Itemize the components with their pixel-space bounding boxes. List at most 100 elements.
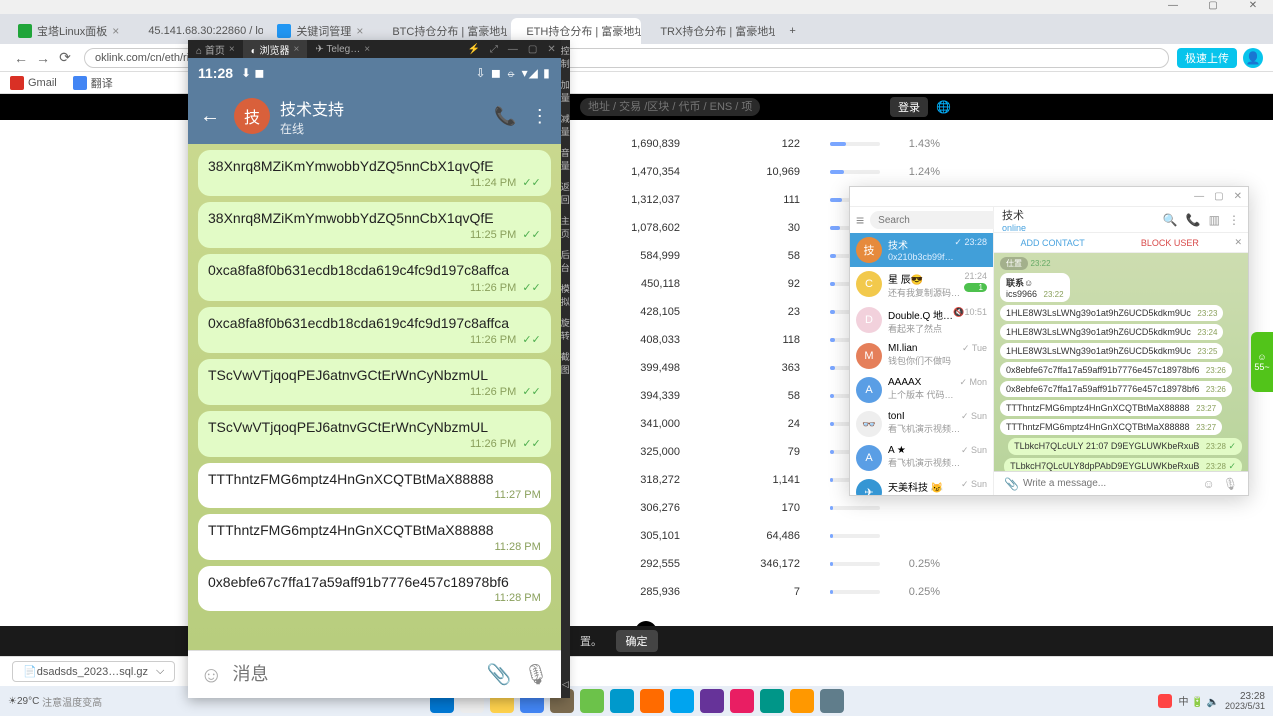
emu-side-btn[interactable]: 返回 [561, 176, 570, 210]
tg-min[interactable]: — [1194, 191, 1204, 202]
browser-tab[interactable]: 宝塔Linux面板× [8, 18, 129, 44]
chat-message[interactable]: TScVwVTjqoqPEJ6atnvGCtErWnCyNbzmUL11:26 … [198, 411, 551, 457]
login-button[interactable]: 登录 [890, 97, 928, 117]
task-app2-icon[interactable] [580, 689, 604, 713]
chat-avatar[interactable]: 技 [234, 98, 270, 134]
emu-side-btn[interactable]: 后台 [561, 244, 570, 278]
call-icon[interactable]: 📞 [494, 106, 516, 127]
chat-message[interactable]: 0xca8fa8f0b631ecdb18cda619c4fc9d197c8aff… [198, 254, 551, 300]
tg-panel-icon[interactable]: ▥ [1209, 213, 1220, 227]
tg-chat-item[interactable]: MMI.lian钱包你们不做吗✓ Tue [850, 339, 993, 373]
emu-side-btn[interactable]: 音量 [561, 142, 570, 176]
nav-fwd-icon[interactable]: → [32, 50, 54, 66]
tg-tabs-close-icon[interactable]: ✕ [1228, 237, 1248, 248]
tg-message[interactable]: 0x8ebfe67c7ffa17a59aff91b7776e457c18978b… [1000, 381, 1232, 397]
new-tab-button[interactable]: + [779, 18, 805, 44]
chat-message[interactable]: 38Xnrq8MZiKmYmwobbYdZQ5nnCbX1qvQfE11:24 … [198, 150, 551, 196]
tg-chat-item[interactable]: 技技术0x210b3cb99fa1de0a64085fa80e1…✓ 23:28 [850, 233, 993, 267]
message-input[interactable] [232, 664, 464, 685]
more-icon[interactable]: ⋮ [531, 106, 549, 127]
win-close[interactable]: ✕ [1233, 0, 1273, 14]
tg-mic-icon[interactable]: 🎙 [1223, 477, 1238, 491]
mic-icon[interactable]: 🎙 [523, 662, 548, 687]
tg-chat-item[interactable]: 👓tonI看飞机演示视频 别人给我发地址或…✓ Sun [850, 407, 993, 441]
block-user-tab[interactable]: BLOCK USER [1111, 238, 1228, 248]
chat-message[interactable]: 38Xnrq8MZiKmYmwobbYdZQ5nnCbX1qvQfE11:25 … [198, 202, 551, 248]
status-time: 11:28 [198, 65, 233, 81]
tg-chat-item[interactable]: AA ★看飞机演示视频 别人给我发地址或…✓ Sun [850, 441, 993, 475]
globe-icon[interactable]: 🌐 [936, 100, 951, 114]
emu-side-btn[interactable]: 加量 [561, 74, 570, 108]
tg-message[interactable]: TLbkcH7QLcULY8dpPAbD9EYGLUWKbeRxuB 23:28… [1004, 458, 1242, 471]
chat-body[interactable]: 38Xnrq8MZiKmYmwobbYdZQ5nnCbX1qvQfE11:24 … [188, 144, 561, 650]
tg-close[interactable]: ✕ [1234, 191, 1242, 202]
tg-chat-item[interactable]: AAAAAX上个版本 代码端口都是远程调用的✓ Mon [850, 373, 993, 407]
tg-message[interactable]: TLbkcH7QLcULY 21:07 D9EYGLUWKbeRxuB 23:2… [1008, 438, 1242, 455]
task-app10-icon[interactable] [820, 689, 844, 713]
tg-chat-item[interactable]: ✈天美科技 😼看飞机演示视频 别人给我发地址或…✓ Sun [850, 475, 993, 495]
tg-message-input[interactable] [1023, 478, 1199, 489]
win-minimize[interactable]: — [1153, 0, 1193, 14]
table-row: 292,555346,1720.25% [580, 550, 940, 578]
tg-chat-item[interactable]: C星 辰😎还有我复制源码到你的服务器…21:241 [850, 267, 993, 303]
chat-message[interactable]: TTThntzFMG6mptz4HnGnXCQTBtMaX8888811:28 … [198, 514, 551, 559]
tg-chat-item[interactable]: DDouble.Q 地址用号(9…看起来了然点🔇10:51 [850, 303, 993, 339]
tg-chat-body[interactable]: 仕置 23:22联系☺ics9966 23:221HLE8W3LsLWNg39o… [994, 253, 1248, 471]
taskbar-weather[interactable]: ☀ 29°C 注意温度变高 [8, 694, 102, 709]
back-icon[interactable]: ← [200, 105, 220, 128]
tg-menu-icon[interactable]: ≡ [856, 212, 864, 228]
task-app8-icon[interactable] [760, 689, 784, 713]
table-row: 305,10164,486 [580, 522, 940, 550]
floating-badge[interactable]: ☺ 55~ [1251, 332, 1273, 392]
emu-side-btn[interactable]: 主页 [561, 210, 570, 244]
tg-search-icon[interactable]: 🔍 [1163, 213, 1178, 227]
tg-message[interactable]: TTThntzFMG6mptz4HnGnXCQTBtMaX88888 23:27 [1000, 400, 1222, 416]
tg-attach-icon[interactable]: 📎 [1004, 477, 1019, 491]
attach-icon[interactable]: 📎 [486, 662, 511, 687]
chat-message[interactable]: 0xca8fa8f0b631ecdb18cda619c4fc9d197c8aff… [198, 307, 551, 353]
tg-message[interactable]: 1HLE8W3LsLWNg39o1at9hZ6UCD5kdkm9Uc 23:25 [1000, 343, 1223, 359]
task-app7-icon[interactable] [730, 689, 754, 713]
task-app5-icon[interactable] [670, 689, 694, 713]
emu-tab[interactable]: ⌂ 首页 × [188, 40, 243, 58]
search-input[interactable] [580, 98, 760, 116]
tg-more-icon[interactable]: ⋮ [1228, 213, 1240, 227]
download-item[interactable]: 📄 dsadsds_2023…sql.gz ⌵ [12, 661, 175, 682]
tg-message[interactable]: 0x8ebfe67c7ffa17a59aff91b7776e457c18978b… [1000, 362, 1232, 378]
bookmark-gmail[interactable]: Gmail [10, 76, 57, 90]
emu-tab[interactable]: ✈ Teleg… × [307, 40, 378, 58]
emu-side-btn[interactable]: 减量 [561, 108, 570, 142]
user-avatar-icon[interactable]: 👤 [1243, 48, 1263, 68]
emu-tab[interactable]: ◐ 浏览器 × [243, 40, 308, 58]
tg-message[interactable]: TTThntzFMG6mptz4HnGnXCQTBtMaX88888 23:27 [1000, 419, 1222, 435]
tg-message[interactable]: 1HLE8W3LsLWNg39o1at9hZ6UCD5kdkm9Uc 23:23 [1000, 305, 1223, 321]
chat-message[interactable]: TScVwVTjqoqPEJ6atnvGCtErWnCyNbzmUL11:26 … [198, 359, 551, 405]
tg-call-icon[interactable]: 📞 [1186, 213, 1201, 227]
tg-emoji-icon[interactable]: ☺ [1203, 477, 1215, 491]
nav-back-icon[interactable]: ← [10, 50, 32, 66]
chat-message[interactable]: TTThntzFMG6mptz4HnGnXCQTBtMaX8888811:27 … [198, 463, 551, 508]
win-maximize[interactable]: ▢ [1193, 0, 1233, 14]
add-contact-tab[interactable]: ADD CONTACT [994, 238, 1111, 248]
system-tray[interactable]: 中 🔋 🔈 23:28 2023/5/31 [1152, 691, 1265, 712]
emu-side-btn[interactable]: 旋转 [561, 312, 570, 346]
tg-max[interactable]: ▢ [1214, 191, 1223, 202]
emu-side-btn[interactable]: 控制 [561, 40, 570, 74]
browser-tab[interactable]: TRX持仓分布 | 富豪地址排行榜× [645, 18, 775, 44]
emoji-icon[interactable]: ☺ [200, 662, 222, 688]
footer-confirm-button[interactable]: 确定 [616, 630, 658, 652]
task-app4-icon[interactable] [640, 689, 664, 713]
emulator-tabs: ⌂ 首页 ×◐ 浏览器 ×✈ Teleg… ×⚡⤢—▢✕ [188, 40, 561, 58]
task-app9-icon[interactable] [790, 689, 814, 713]
upload-button[interactable]: 极速上传 [1177, 48, 1237, 68]
tg-message[interactable]: 1HLE8W3LsLWNg39o1at9hZ6UCD5kdkm9Uc 23:24 [1000, 324, 1223, 340]
chat-header: ← 技 技术支持 在线 📞 ⋮ [188, 88, 561, 144]
task-app3-icon[interactable] [610, 689, 634, 713]
task-app6-icon[interactable] [700, 689, 724, 713]
status-icons: ⇩ ◼ ⦵ ▾◢ ▮ [475, 66, 550, 81]
emu-side-btn[interactable]: 截图 [561, 346, 570, 380]
nav-reload-icon[interactable]: ⟳ [54, 49, 76, 66]
bookmark-translate[interactable]: 翻译 [73, 75, 113, 91]
chat-message[interactable]: 0x8ebfe67c7ffa17a59aff91b7776e457c18978b… [198, 566, 551, 611]
emu-side-btn[interactable]: 模拟 [561, 278, 570, 312]
